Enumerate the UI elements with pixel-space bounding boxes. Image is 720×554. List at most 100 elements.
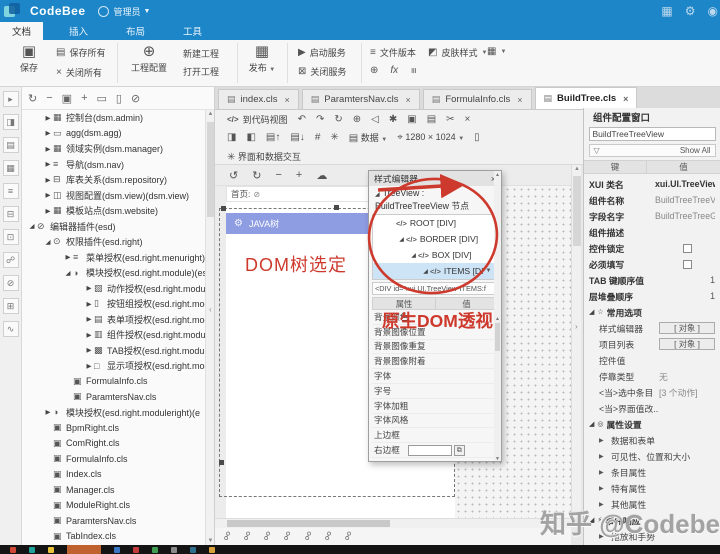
property-row[interactable]: ▶ 其他属性 [584, 496, 720, 512]
tree-item[interactable]: ▶ ▩ TAB授权(esd.right.module.ta [22, 343, 206, 359]
tree-expand-icon[interactable]: ▶ [84, 284, 94, 292]
tree-item[interactable]: ▣ Manager.cls [22, 482, 206, 498]
taskbar-app-icon[interactable] [209, 547, 215, 553]
style-property-row[interactable]: 背景颜色 ⧉ [372, 310, 498, 325]
tab-close-icon[interactable]: × [517, 95, 522, 105]
tab-close-icon[interactable]: × [623, 94, 628, 104]
code-view-button[interactable]: </> 到代码视图 [227, 113, 288, 126]
dom-node[interactable]: ◢ </> BOX [DIV] [373, 247, 497, 263]
style-editor-titlebar[interactable]: 样式编辑器 × [369, 171, 501, 186]
row-expand-icon[interactable]: ▶ [589, 469, 601, 476]
anchor-link-icon[interactable]: ☍ [261, 529, 275, 543]
style-property-row[interactable]: 字体风格 ⧉ [372, 414, 498, 429]
taskbar-app-icon[interactable] [171, 547, 177, 553]
property-row[interactable]: ▶ 条目属性 [584, 464, 720, 480]
style-editor-panel[interactable]: 样式编辑器 × ◢TreeView : BuildTreeTreeView 节点… [368, 170, 502, 462]
vscroll-thumb[interactable] [573, 176, 581, 246]
checkbox[interactable] [683, 244, 692, 253]
panel-icon[interactable]: ◨ [3, 114, 19, 130]
tree-expand-icon[interactable]: ▶ [43, 129, 53, 137]
open-project-button[interactable]: 打开工程 [183, 65, 219, 78]
paste-icon[interactable]: ▤ [427, 114, 436, 125]
tree-scroll-thumb[interactable] [207, 122, 214, 217]
tree-expand-icon[interactable]: ▶ [63, 253, 73, 261]
property-row[interactable]: ▶ TAB 键顺序值 1 1 [584, 272, 720, 288]
tree-expand-icon[interactable]: ▶ [84, 346, 94, 354]
send-icon[interactable]: ◁ [371, 114, 379, 125]
selection-handle[interactable] [219, 460, 224, 465]
text-block-icon[interactable]: ▤ [3, 137, 19, 153]
start-service-button[interactable]: ▶启动服务 [298, 46, 346, 59]
tree-item[interactable]: ◢ ⊘ 编辑器插件(esd) [22, 219, 206, 235]
new-project-button[interactable]: 新建工程 [183, 47, 219, 60]
export-icon[interactable]: ⊕ [353, 114, 361, 125]
publish-button[interactable]: ▦ 发布 ▼ [242, 43, 282, 74]
layer-front-icon[interactable]: ◨ [227, 132, 236, 143]
row-expand-icon[interactable]: ▶ [589, 437, 601, 444]
back-icon[interactable]: ↺ [229, 169, 238, 182]
tree-expand-icon[interactable]: ▶ [43, 408, 53, 416]
taskbar-app-icon[interactable] [10, 547, 16, 553]
canvas-vscrollbar[interactable]: ▲ [571, 165, 581, 518]
tree-item[interactable]: ▶ ◫ 视图配置(dsm.view)(dsm.view) [22, 188, 206, 204]
tree-item[interactable]: ▣ ParamtersNav.cls [22, 513, 206, 529]
tree-item[interactable]: ▶ ▦ 控制台(dsm.admin) [22, 110, 206, 126]
zoom-out-icon[interactable]: − [275, 169, 281, 181]
style-property-row[interactable]: 字号 ⧉ [372, 384, 498, 399]
dom-node[interactable]: ◢ </> BORDER [DIV] [373, 231, 497, 247]
user-caret-icon[interactable]: ▼ [144, 8, 151, 15]
sliders-icon[interactable]: ≡ [408, 68, 419, 74]
property-row[interactable]: ▶ <当>选中条目 [3 个动作] [3 个动作] [584, 384, 720, 400]
tree-expand-icon[interactable]: ▶ [43, 207, 53, 215]
add-icon[interactable]: + [81, 92, 87, 104]
collapse-icon[interactable]: − [46, 92, 52, 104]
zoom-in-icon[interactable]: + [296, 169, 302, 181]
style-value-input[interactable] [408, 445, 452, 456]
interact-toggle[interactable]: ✳ 界面和数据交互 [227, 150, 301, 163]
canvas-hscrollbar[interactable] [215, 518, 571, 528]
stop-service-button[interactable]: ⊠关闭服务 [298, 65, 346, 78]
grid-icon[interactable]: # [315, 132, 321, 143]
tree-expand-icon[interactable]: ▶ [43, 145, 53, 153]
reload-icon[interactable]: ↻ [252, 169, 261, 182]
style-property-row[interactable]: 上边框 ⧉ [372, 428, 498, 443]
tree-expand-icon[interactable]: ◢ [63, 269, 73, 277]
os-taskbar[interactable] [0, 545, 720, 554]
tree-item[interactable]: ▣ FormulaInfo.cls [22, 374, 206, 390]
property-row[interactable]: ▶ 数据和表单 [584, 432, 720, 448]
selection-handle[interactable] [334, 205, 339, 210]
anchor-link-icon[interactable]: ☍ [341, 529, 355, 543]
file-version-button[interactable]: ≡文件版本 [370, 46, 416, 59]
tree-item[interactable]: ▣ TabIndex.cls [22, 529, 206, 545]
tree-item[interactable]: ◢ ⊙ 权限插件(esd.right) [22, 234, 206, 250]
style-scroll-thumb[interactable] [495, 323, 500, 351]
skin-style-button[interactable]: ◩皮肤样式 ▼ [428, 46, 487, 59]
property-row[interactable]: ▶ 组件描述 [584, 224, 720, 240]
property-row[interactable]: ◢ ☆ ▶ 常用选项 [584, 304, 720, 320]
ribbon-tab[interactable]: 布局 [114, 22, 157, 40]
taskbar-app-icon[interactable] [29, 547, 35, 553]
ribbon-tab[interactable]: 文档 [0, 22, 43, 40]
row-expand-icon[interactable]: ▶ [589, 485, 601, 492]
property-row[interactable]: ◢ ⚡ ▶ 事件响应 [584, 512, 720, 528]
tree-item[interactable]: ▶ ▭ agg(dsm.agg) [22, 126, 206, 142]
image-tool-button[interactable]: ▦ ▼ [487, 46, 506, 57]
anchor-link-icon[interactable]: ☍ [281, 529, 295, 543]
mute-icon[interactable]: ⊘ [131, 92, 140, 105]
property-row[interactable]: ▶ 控件锁定 [584, 240, 720, 256]
tree-expand-icon[interactable]: ◢ [43, 238, 53, 246]
section-expand-icon[interactable]: ◢ [589, 516, 594, 524]
node-tool-icon[interactable]: ⊕ [370, 65, 378, 76]
link-icon[interactable]: ☍ [3, 252, 19, 268]
right-splitter-collapse[interactable]: › [575, 322, 578, 331]
info-icon[interactable]: ◉ [708, 4, 718, 18]
formula-fx-icon[interactable]: fx [390, 65, 398, 76]
tree-item[interactable]: ▶ ▤ 表单项授权(esd.right.modul [22, 312, 206, 328]
tree-item[interactable]: ▣ ComRight.cls [22, 436, 206, 452]
redo-icon[interactable]: ↷ [316, 114, 324, 125]
tree-item[interactable]: ▣ BpmRight.cls [22, 420, 206, 436]
user-menu[interactable]: 管理员 [114, 5, 141, 18]
section-expand-icon[interactable]: ◢ [589, 308, 594, 316]
taskbar-app-icon[interactable] [67, 545, 101, 554]
property-row[interactable]: ▶ 层堆叠顺序 1 1 [584, 288, 720, 304]
